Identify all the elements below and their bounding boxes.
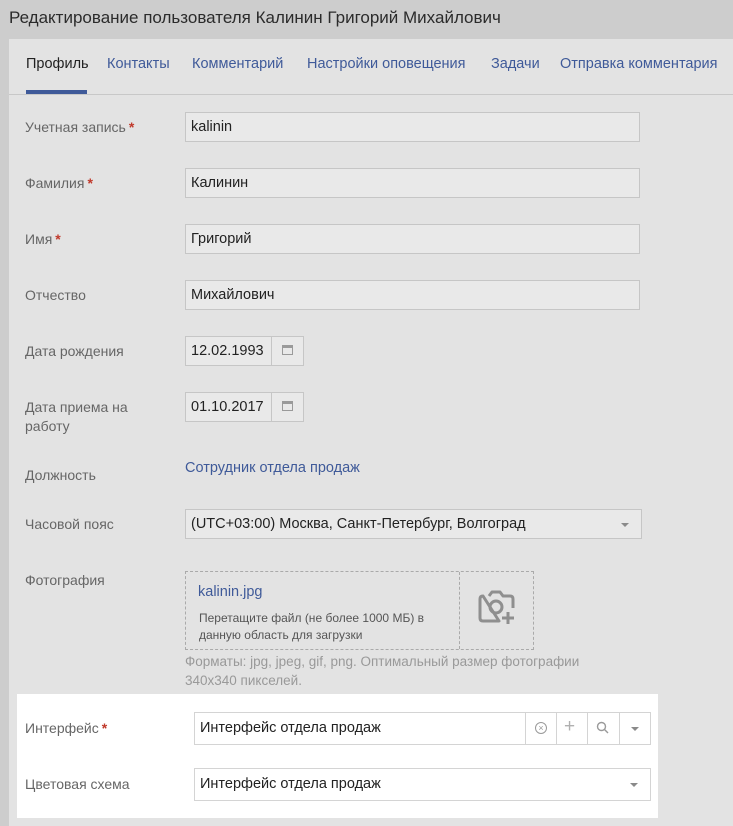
birth-date-input[interactable]: 12.02.1993 [185, 336, 304, 366]
photo-label: Фотография [25, 572, 105, 588]
timezone-select[interactable]: (UTC+03:00) Москва, Санкт-Петербург, Вол… [185, 509, 642, 539]
required-marker: * [87, 175, 93, 191]
tab-tasks[interactable]: Задачи [491, 56, 540, 72]
interface-lookup-field[interactable]: Интерфейс отдела продаж × + [194, 712, 651, 745]
first-name-input[interactable]: Григорий [185, 224, 640, 254]
required-marker: * [101, 720, 108, 736]
birth-date-label: Дата рождения [25, 343, 124, 359]
edit-user-card: Профиль Контакты Комментарий Настройки о… [9, 39, 733, 826]
photo-file-link[interactable]: kalinin.jpg [198, 584, 263, 600]
account-input[interactable]: kalinin [185, 112, 640, 142]
middle-name-input[interactable]: Михайлович [185, 280, 640, 310]
middle-name-label: Отчество [25, 287, 86, 303]
calendar-icon [282, 345, 293, 355]
dropzone-divider [459, 572, 460, 649]
tab-send-comment[interactable]: Отправка комментария [560, 56, 718, 72]
color-scheme-label: Цветовая схема [25, 776, 130, 792]
tab-comment[interactable]: Комментарий [192, 56, 283, 72]
tab-contacts[interactable]: Контакты [107, 56, 170, 72]
clear-circle-icon: × [535, 722, 547, 734]
last-name-input[interactable]: Калинин [185, 168, 640, 198]
photo-formats-hint: Форматы: jpg, jpeg, gif, png. Оптимальны… [185, 654, 580, 688]
interface-dropdown-button[interactable] [619, 713, 650, 744]
birth-date-value: 12.02.1993 [191, 343, 264, 359]
hire-date-picker-button[interactable] [271, 393, 303, 421]
chevron-down-icon [631, 727, 639, 731]
camera-add-icon[interactable] [478, 590, 516, 626]
chevron-down-icon [630, 783, 638, 787]
color-scheme-select[interactable]: Интерфейс отдела продаж [194, 768, 651, 801]
calendar-icon [282, 401, 293, 411]
timezone-label: Часовой пояс [25, 516, 114, 532]
drop-hint: Перетащите файл (не более 1000 МБ) в данн… [199, 611, 425, 642]
timezone-value: (UTC+03:00) Москва, Санкт-Петербург, Вол… [191, 516, 526, 532]
required-marker: * [55, 231, 61, 247]
tab-profile[interactable]: Профиль [26, 56, 89, 72]
account-label: Учетная запись * [25, 119, 135, 135]
first-name-label: Имя * [25, 231, 61, 247]
search-icon [596, 721, 609, 734]
interface-label: Интерфейс * [25, 720, 108, 736]
interface-settings-panel: Интерфейс * Интерфейс отдела продаж × + Ц… [17, 694, 658, 818]
birth-date-picker-button[interactable] [271, 337, 303, 365]
interface-value: Интерфейс отдела продаж [200, 720, 381, 736]
search-button[interactable] [587, 713, 618, 744]
hire-date-label: Дата приема на работу [25, 399, 128, 434]
active-tab-indicator [26, 90, 87, 94]
required-marker: * [128, 119, 135, 135]
photo-dropzone[interactable]: kalinin.jpg Перетащите файл (не более 10… [185, 571, 534, 650]
last-name-label: Фамилия * [25, 175, 93, 191]
clear-button[interactable]: × [525, 713, 556, 744]
tab-notification-settings[interactable]: Настройки оповещения [307, 56, 466, 72]
page-title: Редактирование пользователя Калинин Григ… [9, 8, 501, 27]
position-label: Должность [25, 467, 96, 483]
hire-date-value: 01.10.2017 [191, 399, 264, 415]
position-link[interactable]: Сотрудник отдела продаж [185, 460, 360, 476]
chevron-down-icon [621, 523, 629, 527]
add-button[interactable]: + [556, 713, 587, 744]
color-scheme-value: Интерфейс отдела продаж [200, 776, 381, 792]
hire-date-input[interactable]: 01.10.2017 [185, 392, 304, 422]
tab-bar: Профиль Контакты Комментарий Настройки о… [9, 39, 733, 95]
plus-icon: + [564, 716, 576, 737]
